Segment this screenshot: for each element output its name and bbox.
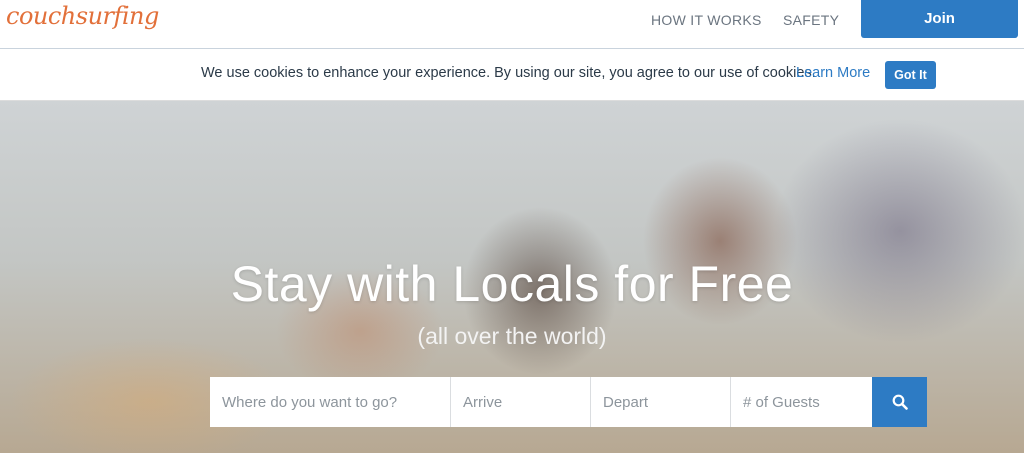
hero-section: Stay with Locals for Free (all over the … [0, 101, 1024, 453]
hero-title: Stay with Locals for Free [230, 256, 794, 312]
cookie-message: We use cookies to enhance your experienc… [201, 65, 816, 81]
search-button[interactable] [872, 377, 927, 427]
nav-safety[interactable]: SAFETY [783, 12, 839, 28]
cookie-banner: We use cookies to enhance your experienc… [0, 49, 1024, 101]
arrive-field [451, 377, 591, 427]
hero-subtitle: (all over the world) [417, 323, 607, 349]
depart-input[interactable] [591, 377, 730, 427]
destination-input[interactable] [210, 377, 450, 427]
join-button[interactable]: Join [861, 0, 1018, 38]
depart-field [591, 377, 731, 427]
got-it-button[interactable]: Got It [885, 61, 936, 89]
learn-more-link[interactable]: Learn More [796, 65, 870, 81]
guests-field [731, 377, 872, 427]
site-header: couchsurfing HOW IT WORKS SAFETY Join [0, 0, 1024, 49]
destination-field [210, 377, 451, 427]
search-icon [892, 394, 908, 410]
guests-input[interactable] [731, 377, 872, 427]
nav-how-it-works[interactable]: HOW IT WORKS [651, 12, 762, 28]
couchsurfing-logo[interactable]: couchsurfing [6, 2, 159, 30]
arrive-input[interactable] [451, 377, 590, 427]
